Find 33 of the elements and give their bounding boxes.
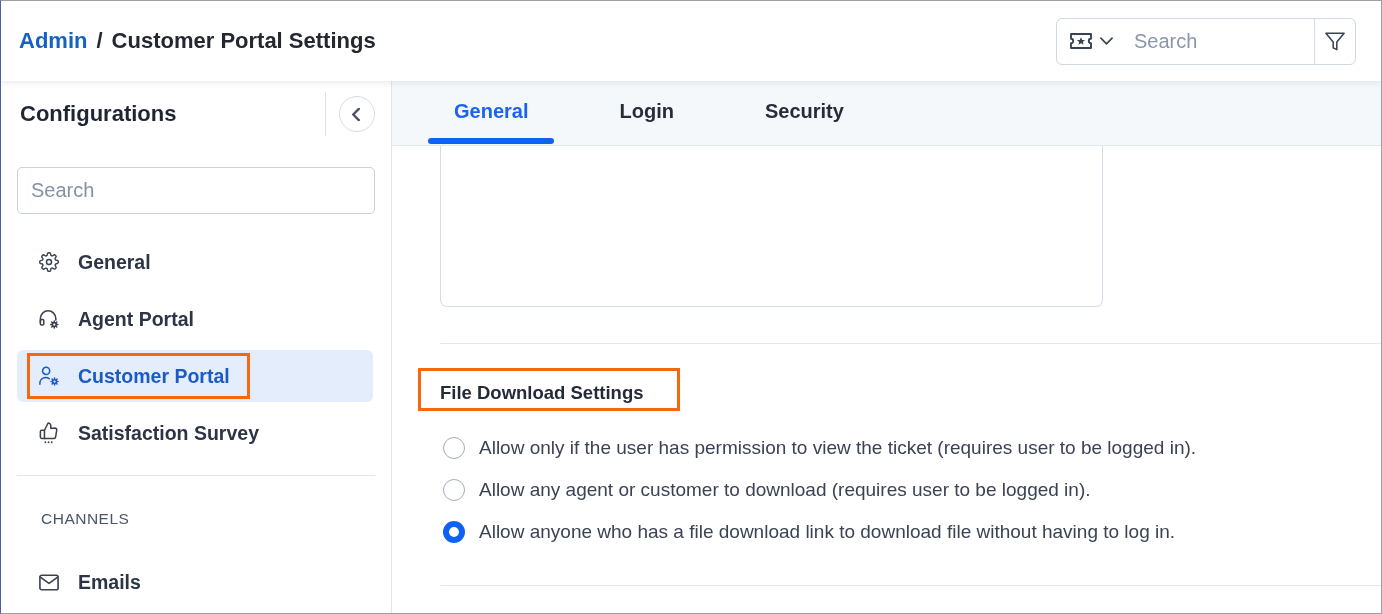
breadcrumb-separator: / bbox=[96, 28, 103, 54]
radio-button[interactable] bbox=[443, 521, 465, 543]
ticket-icon bbox=[1070, 33, 1092, 49]
nav-item[interactable]: Emails bbox=[17, 556, 373, 608]
search-field[interactable]: Search bbox=[17, 167, 375, 214]
thumbs-up-icon bbox=[39, 422, 59, 444]
tab[interactable]: General bbox=[428, 81, 555, 145]
chevron-down-icon bbox=[1100, 37, 1113, 45]
radio-button[interactable] bbox=[443, 479, 465, 501]
option-label: Allow only if the user has permission to view the ticket (requires user to be logged in). bbox=[479, 437, 1197, 459]
mail-icon bbox=[39, 573, 59, 591]
nav-item[interactable]: Agent Portal bbox=[17, 293, 373, 345]
nav-item[interactable]: General bbox=[17, 236, 373, 288]
headset-gear-icon bbox=[39, 309, 59, 329]
gear-icon bbox=[39, 252, 59, 272]
section-title: File Download Settings bbox=[440, 382, 644, 404]
collapse-button[interactable] bbox=[339, 96, 375, 132]
radio-button[interactable] bbox=[443, 437, 465, 459]
filter-icon bbox=[1325, 31, 1345, 51]
option-label: Allow anyone who has a file download link to download file without having to log in. bbox=[479, 521, 1176, 543]
tab[interactable]: Login bbox=[593, 81, 700, 145]
user-gear-icon bbox=[39, 366, 59, 386]
page-title: Customer Portal Settings bbox=[111, 28, 376, 54]
breadcrumb-link[interactable]: Admin bbox=[19, 28, 88, 54]
section-heading: CHANNELS bbox=[40, 509, 131, 529]
sidebar-title: Configurations bbox=[19, 101, 178, 127]
nav-item[interactable]: Satisfaction Survey bbox=[17, 407, 373, 459]
search-field[interactable]: Search bbox=[1113, 18, 1314, 64]
tab[interactable]: Security bbox=[738, 81, 870, 145]
search-bar[interactable]: Search bbox=[1056, 17, 1356, 65]
chevron-left-icon bbox=[352, 107, 360, 121]
nav-item[interactable]: Customer Portal bbox=[17, 350, 373, 402]
option-label: Allow any agent or customer to download (requires user to be logged in). bbox=[479, 479, 1091, 501]
